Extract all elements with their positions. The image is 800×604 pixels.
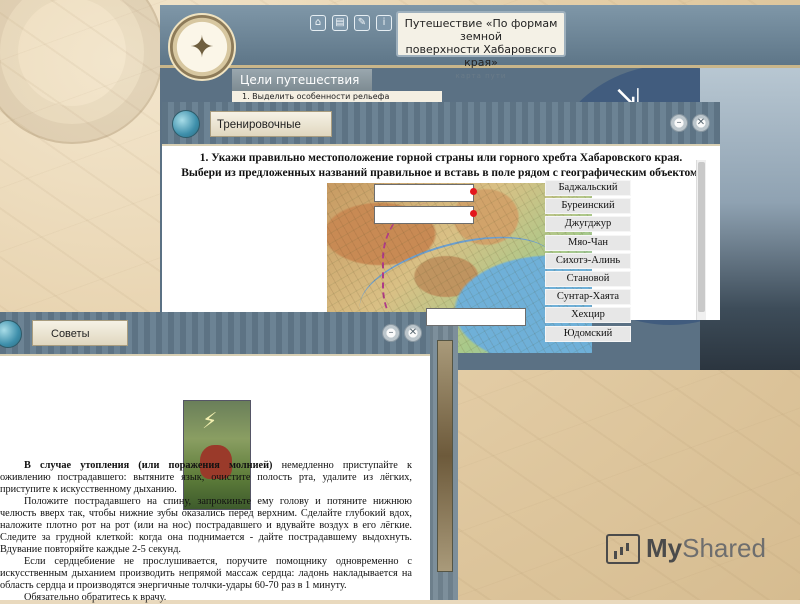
name-option[interactable]: Сихотэ-Алинь <box>545 252 631 269</box>
advice-content: ⚡ В случае утопления (или поражения молн… <box>0 356 430 603</box>
app-title-line2: поверхности Хабаровскго края» <box>405 43 557 69</box>
advice-window-title: Советы туриста <box>32 320 128 366</box>
minimize-icon[interactable]: – <box>670 114 688 132</box>
goals-title: Цели путешествия <box>232 69 372 91</box>
book-icon[interactable]: ▤ <box>332 15 348 31</box>
advice-bold-lead: В случае утопления (или поражения молние… <box>24 460 273 471</box>
logo-text-shared: Shared <box>682 533 766 563</box>
advice-text: В случае утопления (или поражения молние… <box>0 460 412 604</box>
close-icon[interactable]: ✕ <box>692 114 710 132</box>
lightning-icon: ⚡ <box>202 409 218 434</box>
myshared-logo: MyShared <box>606 533 766 564</box>
training-window-title: Тренировочные задания <box>210 111 332 157</box>
task-heading: 1. Укажи правильно местоположение горной… <box>199 152 683 164</box>
training-window: Тренировочные задания – ✕ 1. Укажи прави… <box>162 102 720 353</box>
app-title-plate: Путешествие «По формам земной поверхност… <box>396 11 566 80</box>
logo-text-my: My <box>646 533 683 563</box>
advice-paragraph-4: Обязательно обратитесь к врачу. <box>24 592 167 603</box>
answer-field-3[interactable] <box>426 308 526 326</box>
name-option[interactable]: Джугджур <box>545 216 631 233</box>
answer-field-2[interactable] <box>374 206 474 224</box>
name-option[interactable]: Мяо-Чан <box>545 234 631 251</box>
map-marker-1[interactable] <box>470 188 477 195</box>
minimize-icon[interactable]: – <box>382 324 400 342</box>
thermometer-image <box>437 340 453 572</box>
map-marker-2[interactable] <box>470 210 477 217</box>
advice-paragraph-3: Если сердцебиение не прослушивается, пор… <box>0 556 412 591</box>
advice-window: Советы туриста – ✕ ⚡ В случае утопления … <box>0 312 430 603</box>
task-instructions: Выбери из предложенных названий правильн… <box>181 167 701 179</box>
names-list: Баджальский Буреинский Джугджур Мяо-Чан … <box>545 180 631 344</box>
name-option[interactable]: Буреинский <box>545 198 631 215</box>
training-scrollbar[interactable] <box>696 160 706 320</box>
name-option[interactable]: Баджальский <box>545 180 631 196</box>
app-title-line1: Путешествие «По формам земной <box>404 17 558 43</box>
map-link[interactable]: карта пути <box>398 70 564 83</box>
name-option[interactable]: Юдомский <box>545 325 631 342</box>
presentation-icon <box>606 533 640 564</box>
edit-icon[interactable]: ✎ <box>354 15 370 31</box>
name-option[interactable]: Хехцир <box>545 307 631 324</box>
name-option[interactable]: Сунтар-Хаята <box>545 289 631 306</box>
training-content: 1. Укажи правильно местоположение горной… <box>162 146 720 353</box>
training-window-titlebar[interactable]: Тренировочные задания – ✕ <box>162 102 720 157</box>
scrollbar-thumb[interactable] <box>698 162 705 312</box>
home-icon[interactable]: ⌂ <box>310 15 326 31</box>
info-icon[interactable]: i <box>376 15 392 31</box>
close-icon[interactable]: ✕ <box>404 324 422 342</box>
advice-window-titlebar[interactable]: Советы туриста – ✕ <box>0 312 430 366</box>
advice-paragraph-1: В случае утопления (или поражения молние… <box>0 460 412 496</box>
name-option[interactable]: Становой <box>545 270 631 287</box>
answer-field-1[interactable] <box>374 184 474 202</box>
compass-icon[interactable]: ✦ <box>168 13 236 81</box>
globe-icon <box>0 320 22 348</box>
globe-icon <box>172 110 200 138</box>
advice-paragraph-2: Положите пострадавшего на спину, запроки… <box>0 496 412 555</box>
